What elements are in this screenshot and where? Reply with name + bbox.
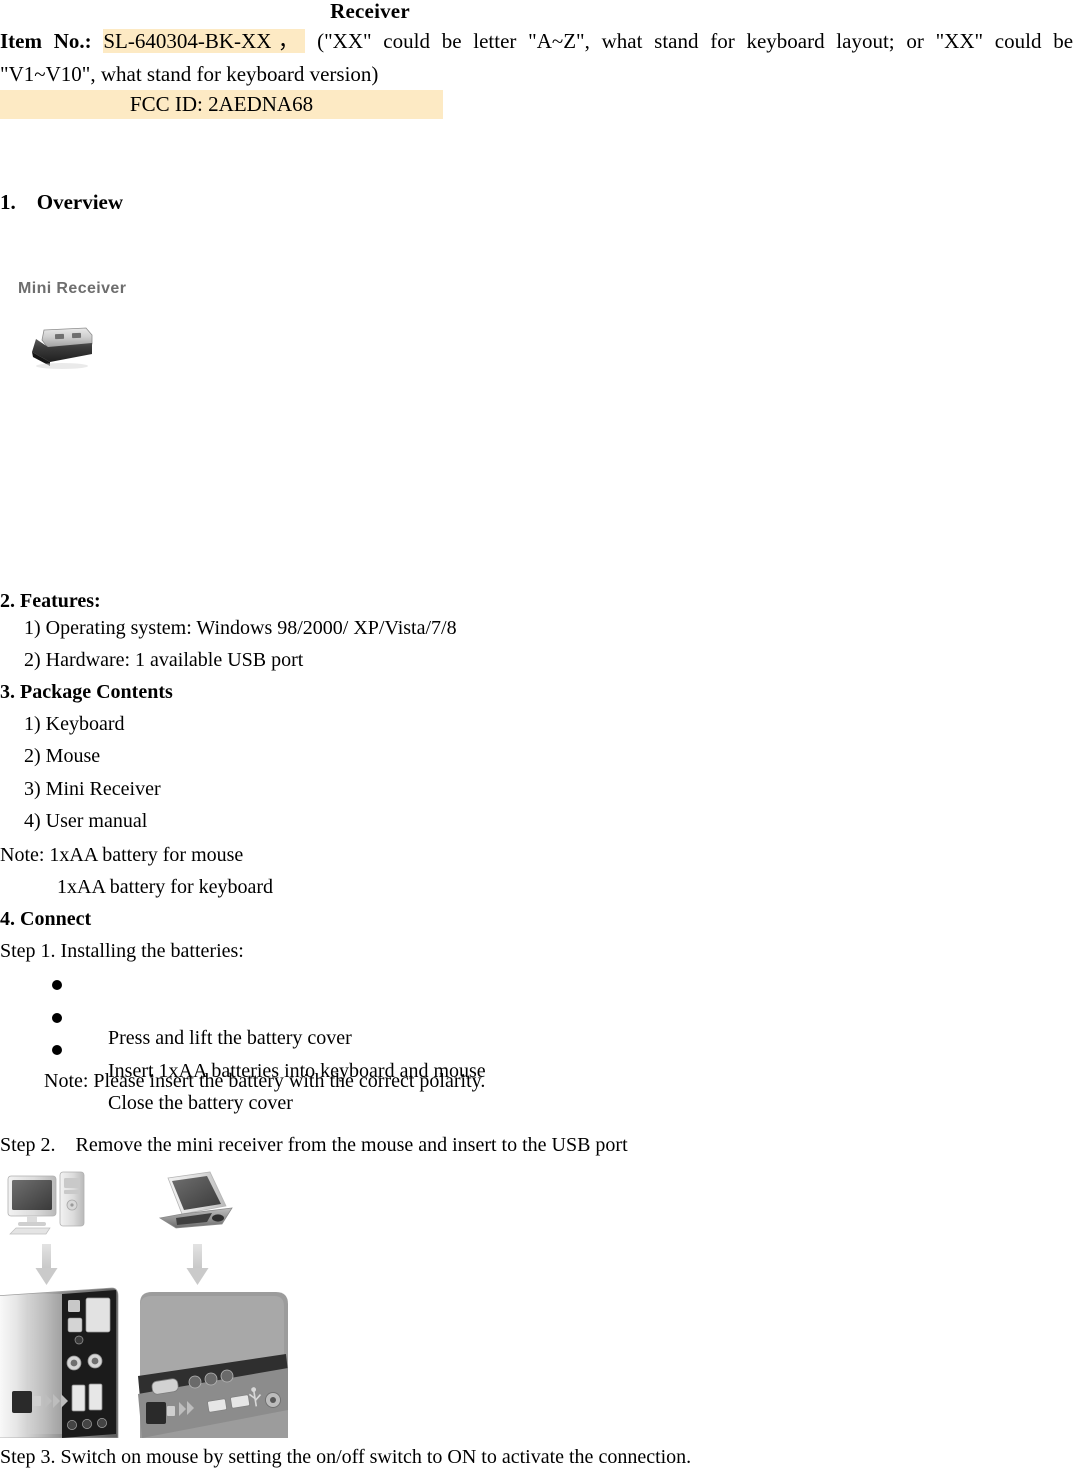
mini-receiver-caption: Mini Receiver	[18, 280, 127, 297]
heading-features: 2. Features:	[0, 590, 101, 612]
package-item-3: 3) Mini Receiver	[24, 778, 161, 800]
usb-dongle-image	[32, 327, 93, 369]
package-item-2: 2) Mouse	[24, 745, 101, 767]
heading-connect: 4. Connect	[0, 908, 92, 930]
mini-receiver-figure: Mini Receiver	[8, 280, 208, 390]
laptop-usb-port-closeup	[138, 1292, 288, 1438]
package-item-4: 4) User manual	[24, 810, 148, 832]
item-number-value: SL-640304-BK-XX，	[103, 29, 306, 53]
usb-connection-figure	[0, 1148, 290, 1439]
heading-overview: 1. Overview	[0, 190, 124, 214]
fcc-id: FCC ID: 2AEDNA68	[0, 90, 443, 119]
down-arrow-right-icon	[186, 1244, 209, 1285]
bullet-icon	[52, 980, 62, 990]
connect-step-1-note: Note: Please insert the battery with the…	[44, 1070, 486, 1092]
document-page: Receiver Item No.: SL-640304-BK-XX， ("XX…	[0, 0, 1073, 1482]
package-note-line2: 1xAA battery for keyboard	[57, 876, 274, 898]
item-number-note-line1: ("XX" could be letter "A~Z", what stand …	[317, 29, 1073, 53]
bullet-icon	[52, 1045, 62, 1055]
item-number-label: Item No.:	[0, 29, 92, 53]
package-item-1: 1) Keyboard	[24, 713, 125, 735]
usb-connection-illustration	[0, 1171, 288, 1439]
bullet-icon	[52, 1013, 62, 1023]
features-item-1: 1) Operating system: Windows 98/2000/ XP…	[24, 617, 457, 639]
page-title: Receiver	[330, 0, 410, 23]
desktop-pc-icon	[7, 1171, 85, 1235]
package-note-line1: Note: 1xAA battery for mouse	[0, 844, 244, 866]
features-item-2: 2) Hardware: 1 available USB port	[24, 649, 304, 671]
heading-package-contents: 3. Package Contents	[0, 681, 173, 703]
down-arrow-left-icon	[35, 1244, 58, 1285]
item-number-note-line2: "V1~V10", what stand for keyboard versio…	[0, 62, 379, 86]
item-number-paragraph: Item No.: SL-640304-BK-XX， ("XX" could b…	[0, 25, 1073, 91]
connect-step-3: Step 3. Switch on mouse by setting the o…	[0, 1446, 692, 1468]
desktop-usb-port-closeup	[0, 1287, 119, 1439]
connect-step-1: Step 1. Installing the batteries:	[0, 940, 244, 962]
laptop-icon	[158, 1171, 233, 1229]
